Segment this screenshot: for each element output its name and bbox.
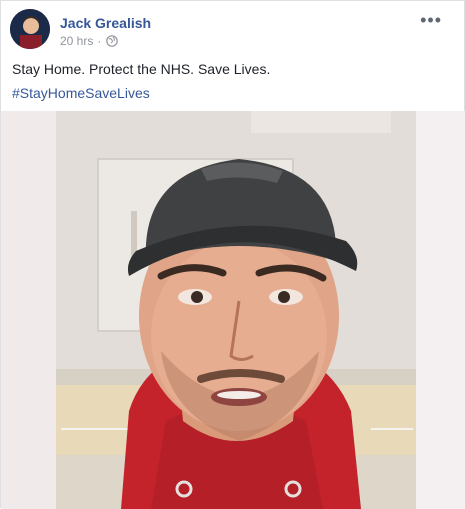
- post-header: Jack Grealish 20 hrs · •••: [10, 9, 450, 53]
- facebook-post: Jack Grealish 20 hrs · ••• Stay Home. Pr…: [0, 0, 465, 509]
- timestamp[interactable]: 20 hrs: [60, 34, 93, 48]
- avatar[interactable]: [10, 9, 50, 49]
- video-frame: [1, 111, 465, 509]
- post-text: Stay Home. Protect the NHS. Save Lives.: [12, 61, 271, 77]
- more-options-icon[interactable]: •••: [420, 11, 442, 29]
- author-name[interactable]: Jack Grealish: [60, 15, 151, 31]
- globe-icon[interactable]: [106, 35, 119, 47]
- video-player[interactable]: [1, 111, 465, 509]
- hashtag-link[interactable]: #StayHomeSaveLives: [12, 85, 150, 101]
- post-meta: 20 hrs ·: [60, 34, 119, 48]
- meta-separator: ·: [97, 34, 102, 48]
